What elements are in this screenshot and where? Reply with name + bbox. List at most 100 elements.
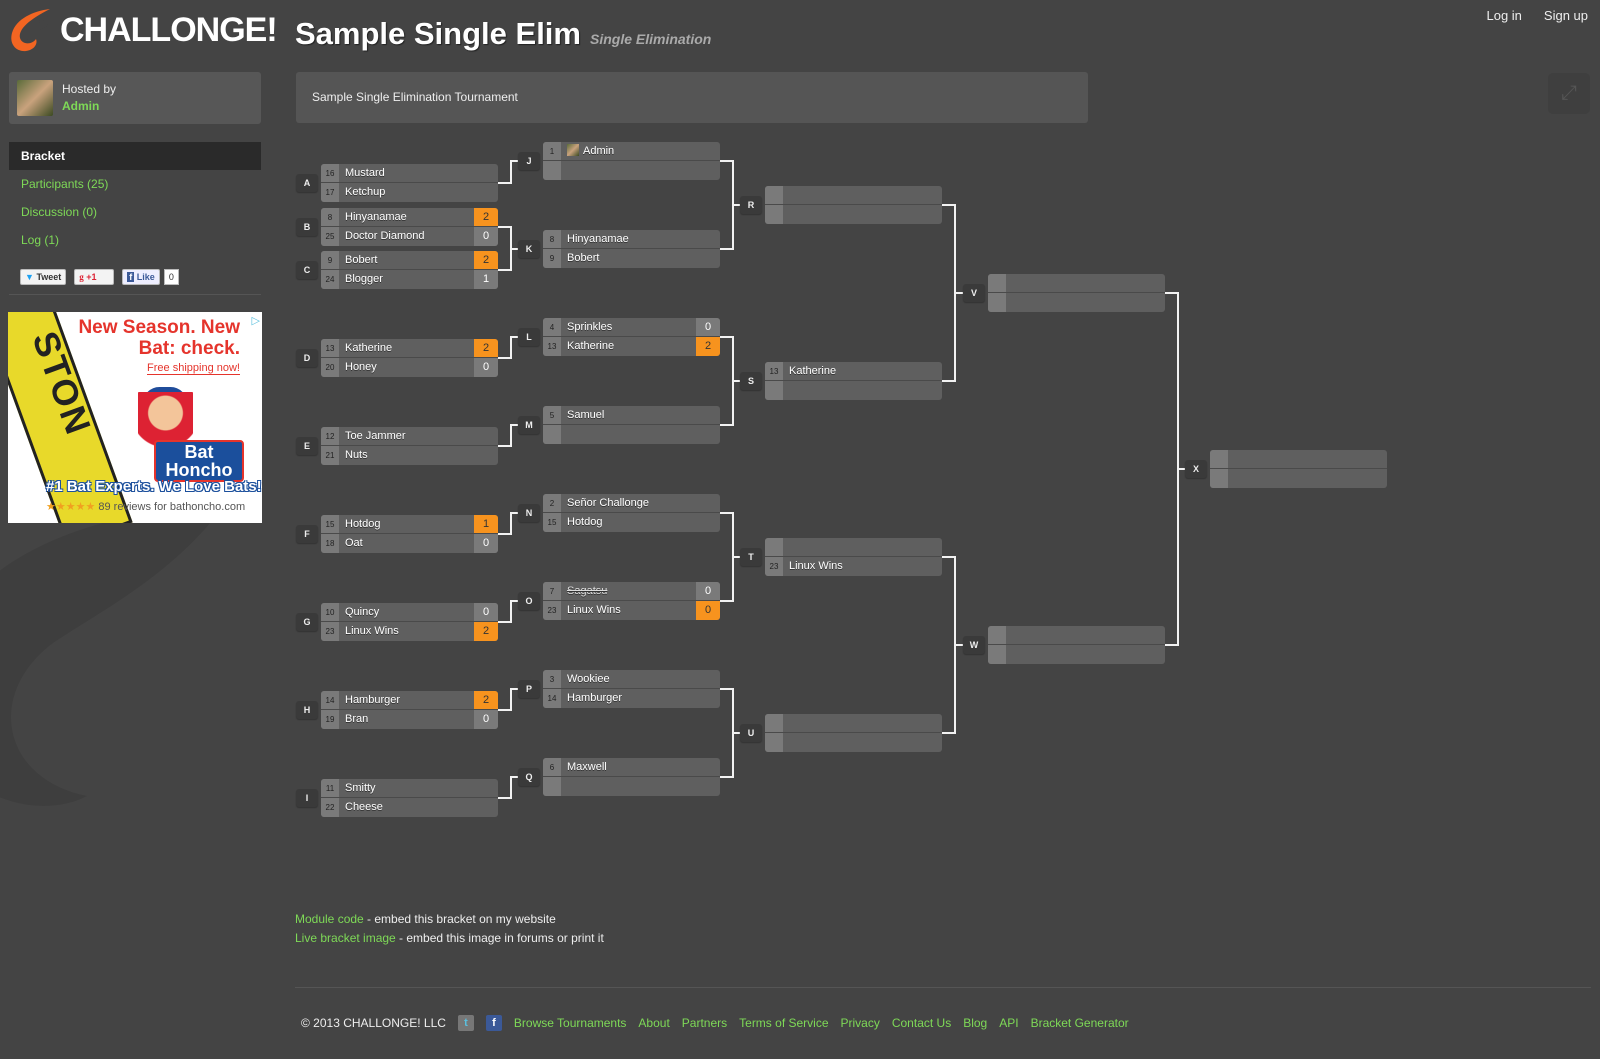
match-participant[interactable]: 7 Sagatsu 0 (543, 582, 720, 601)
match-identifier[interactable]: L (518, 328, 540, 346)
match-identifier[interactable]: S (740, 372, 762, 390)
match-b[interactable]: 8 Hinyanamae 2 25 Doctor Diamond 0 (321, 208, 498, 246)
match-f[interactable]: 15 Hotdog 1 18 Oat 0 (321, 515, 498, 553)
match-o[interactable]: 7 Sagatsu 0 23 Linux Wins 0 (543, 582, 720, 620)
footer-link-privacy[interactable]: Privacy (841, 1016, 880, 1030)
match-participant[interactable]: 25 Doctor Diamond 0 (321, 227, 498, 246)
footer-link-terms[interactable]: Terms of Service (739, 1016, 828, 1030)
match-participant[interactable] (765, 205, 942, 224)
match-participant[interactable]: 6 Maxwell (543, 758, 720, 777)
match-identifier[interactable]: A (296, 174, 318, 192)
match-d[interactable]: 13 Katherine 2 20 Honey 0 (321, 339, 498, 377)
match-participant[interactable]: 21 Nuts (321, 446, 498, 465)
match-a[interactable]: 16 Mustard 17 Ketchup (321, 164, 498, 202)
match-g[interactable]: 10 Quincy 0 23 Linux Wins 2 (321, 603, 498, 641)
match-participant[interactable]: 12 Toe Jammer (321, 427, 498, 446)
match-participant[interactable]: 4 Sprinkles 0 (543, 318, 720, 337)
match-identifier[interactable]: P (518, 680, 540, 698)
match-identifier[interactable]: H (296, 701, 318, 719)
match-participant[interactable] (543, 777, 720, 796)
match-j[interactable]: 1 Admin (543, 142, 720, 180)
match-participant[interactable]: 8 Hinyanamae 2 (321, 208, 498, 227)
match-identifier[interactable]: F (296, 525, 318, 543)
match-participant[interactable]: 19 Bran 0 (321, 710, 498, 729)
footer-link-contact[interactable]: Contact Us (892, 1016, 951, 1030)
match-participant[interactable]: 24 Blogger 1 (321, 270, 498, 289)
match-p[interactable]: 3 Wookiee 14 Hamburger (543, 670, 720, 708)
match-participant[interactable] (543, 161, 720, 180)
match-r[interactable] (765, 186, 942, 224)
match-participant[interactable]: 15 Hotdog 1 (321, 515, 498, 534)
match-n[interactable]: 2 Señor Challonge 15 Hotdog (543, 494, 720, 532)
match-participant[interactable]: 2 Señor Challonge (543, 494, 720, 513)
match-participant[interactable]: 5 Samuel (543, 406, 720, 425)
match-u[interactable] (765, 714, 942, 752)
match-s[interactable]: 13 Katherine (765, 362, 942, 400)
match-identifier[interactable]: C (296, 261, 318, 279)
match-participant[interactable]: 13 Katherine 2 (543, 337, 720, 356)
facebook-icon[interactable]: f (485, 1015, 502, 1031)
match-participant[interactable] (1210, 469, 1387, 488)
match-participant[interactable]: 11 Smitty (321, 779, 498, 798)
match-participant[interactable]: 10 Quincy 0 (321, 603, 498, 622)
match-l[interactable]: 4 Sprinkles 0 13 Katherine 2 (543, 318, 720, 356)
match-participant[interactable]: 15 Hotdog (543, 513, 720, 532)
footer-link-browse-tournaments[interactable]: Browse Tournaments (514, 1016, 627, 1030)
match-i[interactable]: 11 Smitty 22 Cheese (321, 779, 498, 817)
match-identifier[interactable]: T (740, 548, 762, 566)
match-participant[interactable]: 18 Oat 0 (321, 534, 498, 553)
match-participant[interactable] (765, 186, 942, 205)
match-identifier[interactable]: E (296, 437, 318, 455)
match-identifier[interactable]: O (518, 592, 540, 610)
match-t[interactable]: 23 Linux Wins (765, 538, 942, 576)
match-participant[interactable] (765, 381, 942, 400)
match-x[interactable] (1210, 450, 1387, 488)
match-participant[interactable] (765, 714, 942, 733)
footer-link-blog[interactable]: Blog (963, 1016, 987, 1030)
match-h[interactable]: 14 Hamburger 2 19 Bran 0 (321, 691, 498, 729)
match-participant[interactable] (543, 425, 720, 444)
match-participant[interactable]: 23 Linux Wins 2 (321, 622, 498, 641)
match-participant[interactable] (988, 274, 1165, 293)
match-c[interactable]: 9 Bobert 2 24 Blogger 1 (321, 251, 498, 289)
match-e[interactable]: 12 Toe Jammer 21 Nuts (321, 427, 498, 465)
match-identifier[interactable]: I (296, 789, 318, 807)
match-identifier[interactable]: V (963, 284, 985, 302)
match-identifier[interactable]: J (518, 152, 540, 170)
match-participant[interactable]: 23 Linux Wins (765, 557, 942, 576)
match-participant[interactable]: 14 Hamburger 2 (321, 691, 498, 710)
match-participant[interactable] (988, 626, 1165, 645)
twitter-icon[interactable]: t (457, 1015, 474, 1031)
match-identifier[interactable]: W (963, 636, 985, 654)
footer-link-partners[interactable]: Partners (682, 1016, 727, 1030)
match-participant[interactable]: 9 Bobert 2 (321, 251, 498, 270)
match-participant[interactable]: 13 Katherine 2 (321, 339, 498, 358)
match-participant[interactable] (988, 645, 1165, 664)
match-identifier[interactable]: N (518, 504, 540, 522)
match-participant[interactable]: 14 Hamburger (543, 689, 720, 708)
match-identifier[interactable]: K (518, 240, 540, 258)
match-participant[interactable] (988, 293, 1165, 312)
match-k[interactable]: 8 Hinyanamae 9 Bobert (543, 230, 720, 268)
match-m[interactable]: 5 Samuel (543, 406, 720, 444)
match-participant[interactable]: 23 Linux Wins 0 (543, 601, 720, 620)
match-identifier[interactable]: R (740, 196, 762, 214)
match-participant[interactable] (765, 538, 942, 557)
match-identifier[interactable]: D (296, 349, 318, 367)
match-participant[interactable]: 17 Ketchup (321, 183, 498, 202)
match-participant[interactable]: 3 Wookiee (543, 670, 720, 689)
match-participant[interactable] (1210, 450, 1387, 469)
live-bracket-image-link[interactable]: Live bracket image (295, 931, 396, 945)
match-identifier[interactable]: U (740, 724, 762, 742)
match-participant[interactable]: 20 Honey 0 (321, 358, 498, 377)
match-identifier[interactable]: M (518, 416, 540, 434)
match-participant[interactable]: 22 Cheese (321, 798, 498, 817)
match-participant[interactable]: 16 Mustard (321, 164, 498, 183)
match-identifier[interactable]: B (296, 218, 318, 236)
match-w[interactable] (988, 626, 1165, 664)
match-v[interactable] (988, 274, 1165, 312)
match-q[interactable]: 6 Maxwell (543, 758, 720, 796)
footer-link-bracket-generator[interactable]: Bracket Generator (1031, 1016, 1129, 1030)
footer-link-api[interactable]: API (999, 1016, 1018, 1030)
match-participant[interactable]: 8 Hinyanamae (543, 230, 720, 249)
